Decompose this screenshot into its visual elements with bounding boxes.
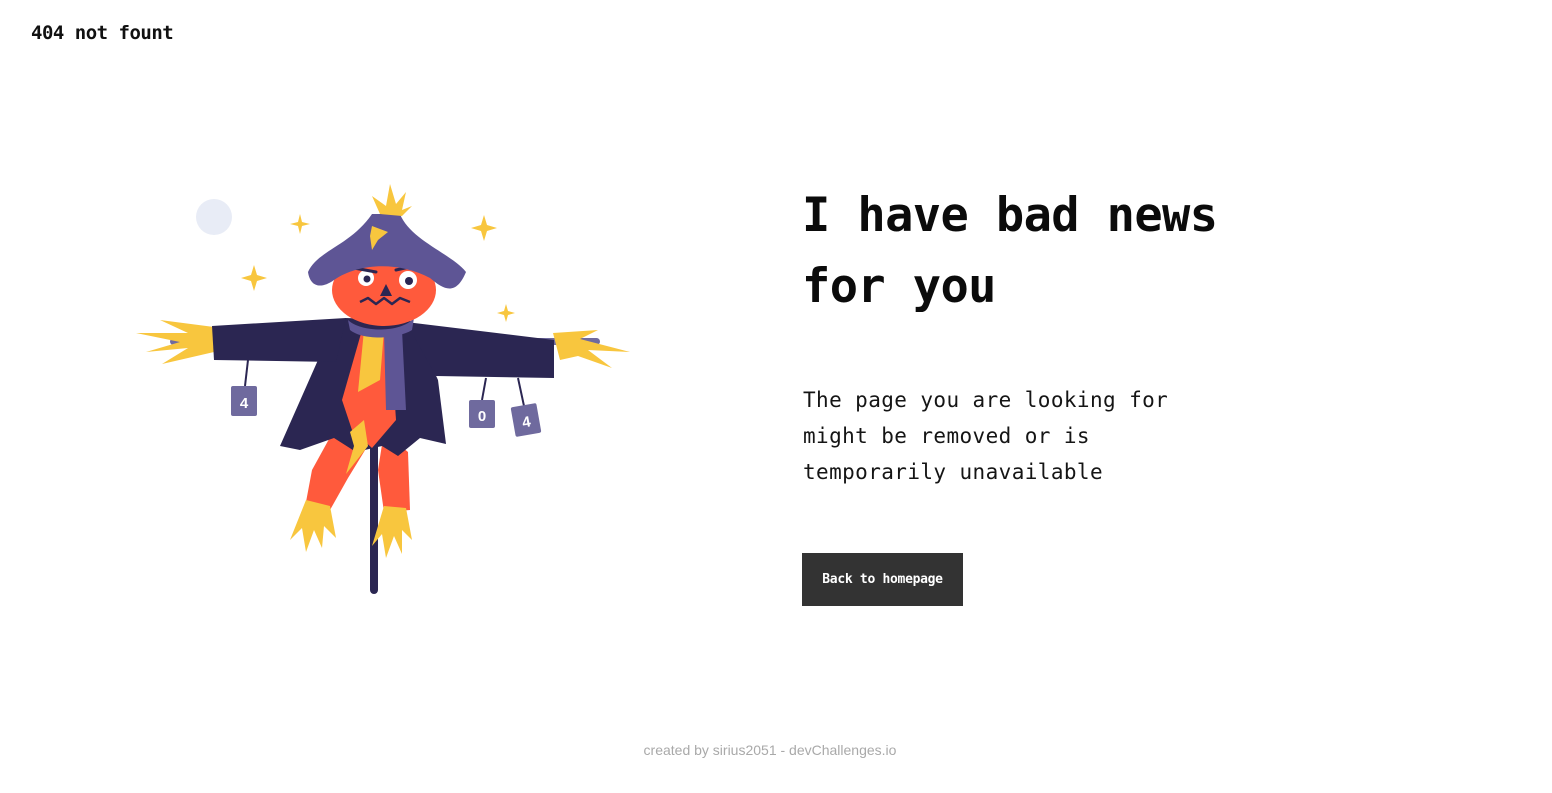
tag-middle-label: 0 — [478, 408, 486, 425]
error-message: The page you are looking for might be re… — [803, 388, 1169, 484]
tag-left: 4 — [231, 386, 257, 416]
moon-icon — [196, 199, 232, 235]
page-title: I have bad news for you — [802, 188, 1218, 314]
scarecrow-illustration: 4 0 4 — [136, 184, 630, 594]
tag-middle: 0 — [469, 400, 495, 428]
tag-left-label: 4 — [240, 395, 249, 412]
footer-credit[interactable]: created by sirius2051 - devChallenges.io — [0, 742, 1540, 758]
tag-right: 4 — [510, 403, 542, 437]
back-to-homepage-button[interactable]: Back to homepage — [802, 553, 963, 606]
site-logo[interactable]: 404 not fount — [31, 22, 174, 44]
